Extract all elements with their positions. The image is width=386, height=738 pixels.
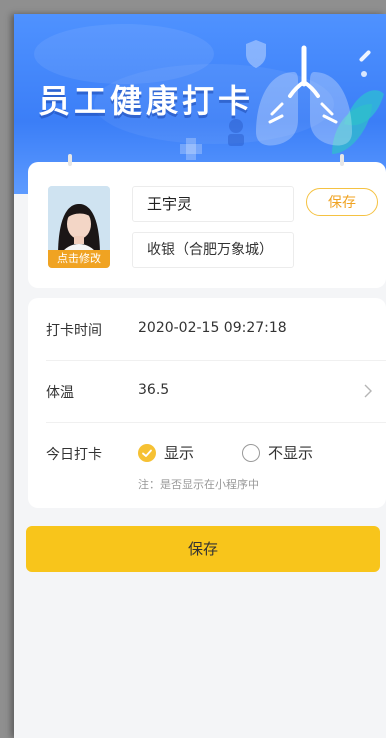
temperature-row[interactable]: 体温 36.5 <box>46 360 386 423</box>
card-hook-right <box>340 154 344 166</box>
today-checkin-row: 今日打卡 显示 不显示 注：是否显示在小程序中 <box>46 422 386 508</box>
unchecked-icon <box>242 443 260 462</box>
profile-save-button[interactable]: 保存 <box>306 188 378 216</box>
edit-avatar-badge[interactable]: 点击修改 <box>48 250 110 268</box>
checkin-form-card: 打卡时间 2020-02-15 09:27:18 体温 36.5 今日打卡 显示… <box>28 298 386 508</box>
lungs-icon <box>256 45 352 146</box>
today-checkin-label: 今日打卡 <box>46 447 102 463</box>
checkin-time-label: 打卡时间 <box>46 323 102 339</box>
avatar[interactable]: 点击修改 <box>48 186 110 268</box>
checkin-time-row: 打卡时间 2020-02-15 09:27:18 <box>46 298 386 361</box>
radio-hide-label: 不显示 <box>268 444 314 462</box>
page-title: 员工健康打卡 <box>38 82 255 120</box>
profile-card: 点击修改 王宇灵 收银（合肥万象城） 保存 <box>28 154 386 288</box>
radio-show-label: 显示 <box>164 444 195 462</box>
checked-icon <box>138 443 156 462</box>
display-note: 注：是否显示在小程序中 <box>138 478 259 491</box>
name-field[interactable]: 王宇灵 <box>132 186 294 222</box>
app-screen: 员工健康打卡 点击修改 王宇灵 收银（合肥万象城） 保存 打卡时间 2020-0… <box>14 14 386 738</box>
department-field[interactable]: 收银（合肥万象城） <box>132 232 294 268</box>
temperature-value[interactable]: 36.5 <box>138 382 169 398</box>
radio-hide[interactable]: 不显示 <box>242 442 313 463</box>
save-button[interactable]: 保存 <box>26 526 380 572</box>
temperature-label: 体温 <box>46 385 74 401</box>
checkin-time-value: 2020-02-15 09:27:18 <box>138 320 287 336</box>
radio-show[interactable]: 显示 <box>138 442 194 463</box>
card-hook-left <box>68 154 72 166</box>
chevron-right-icon <box>364 384 372 398</box>
